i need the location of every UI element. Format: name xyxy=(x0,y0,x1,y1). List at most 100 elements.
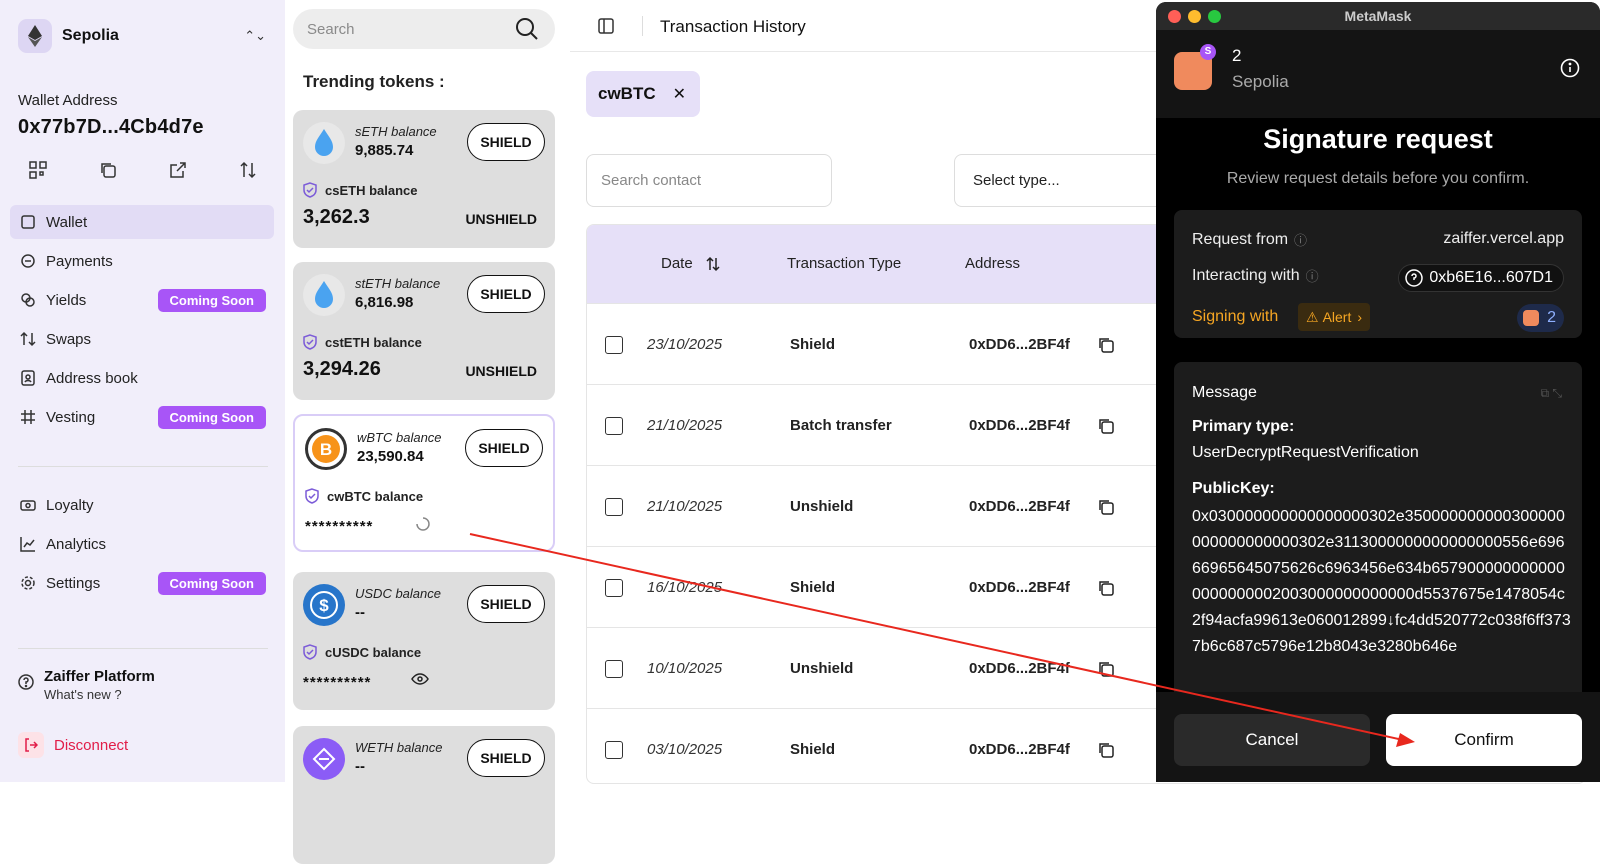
sidebar-item-label: Settings xyxy=(46,574,101,592)
contract-address-pill[interactable]: 0xb6E16...607D1 xyxy=(1398,264,1564,292)
disconnect-label: Disconnect xyxy=(54,736,129,754)
sidebar-item-loyalty[interactable]: Loyalty xyxy=(10,488,274,522)
row-checkbox[interactable] xyxy=(605,660,623,678)
token-card-seth: sETH balance 9,885.74 SHIELD csETH balan… xyxy=(293,110,555,248)
sidebar-item-settings[interactable]: Settings Coming Soon xyxy=(10,566,274,600)
filter-chip[interactable]: cwBTC ✕ xyxy=(586,71,700,117)
sidebar-item-address-book[interactable]: Address book xyxy=(10,361,274,395)
token-balance-label: stETH balance xyxy=(355,276,441,291)
close-window-button[interactable] xyxy=(1168,10,1181,23)
confidential-balance-label: cstETH balance xyxy=(303,334,422,350)
shield-button[interactable]: SHIELD xyxy=(465,429,543,467)
divider xyxy=(18,648,268,649)
sidebar-item-swaps[interactable]: Swaps xyxy=(10,322,274,356)
sidebar-item-vesting[interactable]: Vesting Coming Soon xyxy=(10,400,274,434)
copy-icon[interactable] xyxy=(1097,336,1115,359)
token-balance-value: 9,885.74 xyxy=(355,142,414,159)
sidebar-item-wallet[interactable]: Wallet xyxy=(10,205,274,239)
lido-drop-icon xyxy=(303,122,345,164)
token-search-input[interactable]: Search xyxy=(293,9,555,49)
close-icon[interactable]: ✕ xyxy=(673,84,686,104)
disconnect-button[interactable]: Disconnect xyxy=(18,732,128,758)
search-contact-input[interactable]: Search contact xyxy=(586,154,832,207)
confidential-balance-label: csETH balance xyxy=(303,182,418,198)
qr-code-icon[interactable] xyxy=(28,160,48,180)
row-checkbox[interactable] xyxy=(605,417,623,435)
signature-heading: Signature request xyxy=(1263,124,1493,154)
request-from-value: zaiffer.vercel.app xyxy=(1443,230,1564,247)
row-address: 0xDD6...2BF4f xyxy=(969,498,1070,515)
copy-icon[interactable] xyxy=(1097,417,1115,440)
transfer-arrows-icon[interactable] xyxy=(238,160,258,180)
row-type: Shield xyxy=(790,336,836,353)
window-title: MetaMask xyxy=(1156,2,1600,30)
token-card-wbtc: B wBTC balance 23,590.84 SHIELD cwBTC ba… xyxy=(293,414,555,552)
shield-button[interactable]: SHIELD xyxy=(467,585,545,623)
metamask-footer: Cancel Confirm xyxy=(1156,692,1600,782)
row-address: 0xDD6...2BF4f xyxy=(969,336,1070,353)
help-icon[interactable]: ⓘ xyxy=(1306,266,1319,285)
token-balance-value: 6,816.98 xyxy=(355,294,414,311)
row-date: 21/10/2025 xyxy=(647,417,723,434)
eye-icon[interactable] xyxy=(411,672,429,691)
shield-button[interactable]: SHIELD xyxy=(467,123,545,161)
unshield-button[interactable]: UNSHIELD xyxy=(465,363,537,379)
sort-icon[interactable] xyxy=(705,256,721,272)
signing-account-pill: 2 xyxy=(1517,304,1564,332)
row-date: 10/10/2025 xyxy=(647,660,723,677)
shield-button[interactable]: SHIELD xyxy=(467,275,545,313)
copy-icon[interactable] xyxy=(1097,741,1115,764)
alert-button[interactable]: ⚠ Alert › xyxy=(1298,303,1371,331)
payments-icon xyxy=(18,251,38,271)
token-balance-value: -- xyxy=(355,758,365,775)
copy-icon[interactable] xyxy=(1097,660,1115,683)
help-icon[interactable]: ⓘ xyxy=(1294,230,1307,249)
token-balance-label: USDC balance xyxy=(355,586,441,601)
row-type: Shield xyxy=(790,741,836,758)
sidebar-toggle-icon[interactable] xyxy=(598,18,614,39)
confirm-button[interactable]: Confirm xyxy=(1386,714,1582,766)
shield-check-icon xyxy=(303,334,317,350)
network-selector[interactable]: Sepolia ⌃⌄ xyxy=(18,18,266,54)
row-address: 0xDD6...2BF4f xyxy=(969,579,1070,596)
copy-icon[interactable] xyxy=(98,160,118,180)
sidebar-item-analytics[interactable]: Analytics xyxy=(10,527,274,561)
bitcoin-icon: B xyxy=(305,428,347,470)
copy-icon[interactable] xyxy=(1097,579,1115,602)
shield-check-icon xyxy=(303,644,317,660)
confidential-balance-masked: ********** xyxy=(305,518,374,535)
sidebar-item-yields[interactable]: Yields Coming Soon xyxy=(10,283,274,317)
wallet-label: Wallet Address xyxy=(18,92,118,109)
type-select[interactable]: Select type... xyxy=(954,154,1174,207)
platform-news[interactable]: Zaiffer Platform What's new ? xyxy=(18,668,155,702)
token-card-weth: WETH balance -- SHIELD xyxy=(293,726,555,864)
copy-icon[interactable]: ⧉ ⤡ xyxy=(1540,386,1562,401)
search-placeholder: Search xyxy=(307,20,355,38)
chevron-updown-icon: ⌃⌄ xyxy=(244,28,266,43)
search-icon[interactable] xyxy=(515,17,539,45)
signature-subheading: Review request details before you confir… xyxy=(1226,170,1530,187)
row-checkbox[interactable] xyxy=(605,579,623,597)
sidebar-item-payments[interactable]: Payments xyxy=(10,244,274,278)
row-checkbox[interactable] xyxy=(605,741,623,759)
maximize-window-button[interactable] xyxy=(1208,10,1221,23)
external-link-icon[interactable] xyxy=(168,160,188,180)
unshield-button[interactable]: UNSHIELD xyxy=(465,211,537,227)
trending-heading: Trending tokens : xyxy=(303,72,445,91)
row-type: Shield xyxy=(790,579,836,596)
info-icon[interactable] xyxy=(1560,58,1580,83)
token-balance-label: WETH balance xyxy=(355,740,443,755)
shield-button[interactable]: SHIELD xyxy=(467,739,545,777)
svg-text:B: B xyxy=(320,440,332,459)
column-date[interactable]: Date xyxy=(661,255,721,272)
copy-icon[interactable] xyxy=(1097,498,1115,521)
question-circle-icon xyxy=(1405,269,1424,287)
weth-icon xyxy=(303,738,345,780)
minimize-window-button[interactable] xyxy=(1188,10,1201,23)
row-checkbox[interactable] xyxy=(605,498,623,516)
chevron-right-icon: › xyxy=(1357,309,1363,325)
wallet-address: 0x77b7D...4Cb4d7e xyxy=(18,116,204,138)
row-checkbox[interactable] xyxy=(605,336,623,354)
cancel-button[interactable]: Cancel xyxy=(1174,714,1370,766)
help-icon xyxy=(18,674,34,695)
